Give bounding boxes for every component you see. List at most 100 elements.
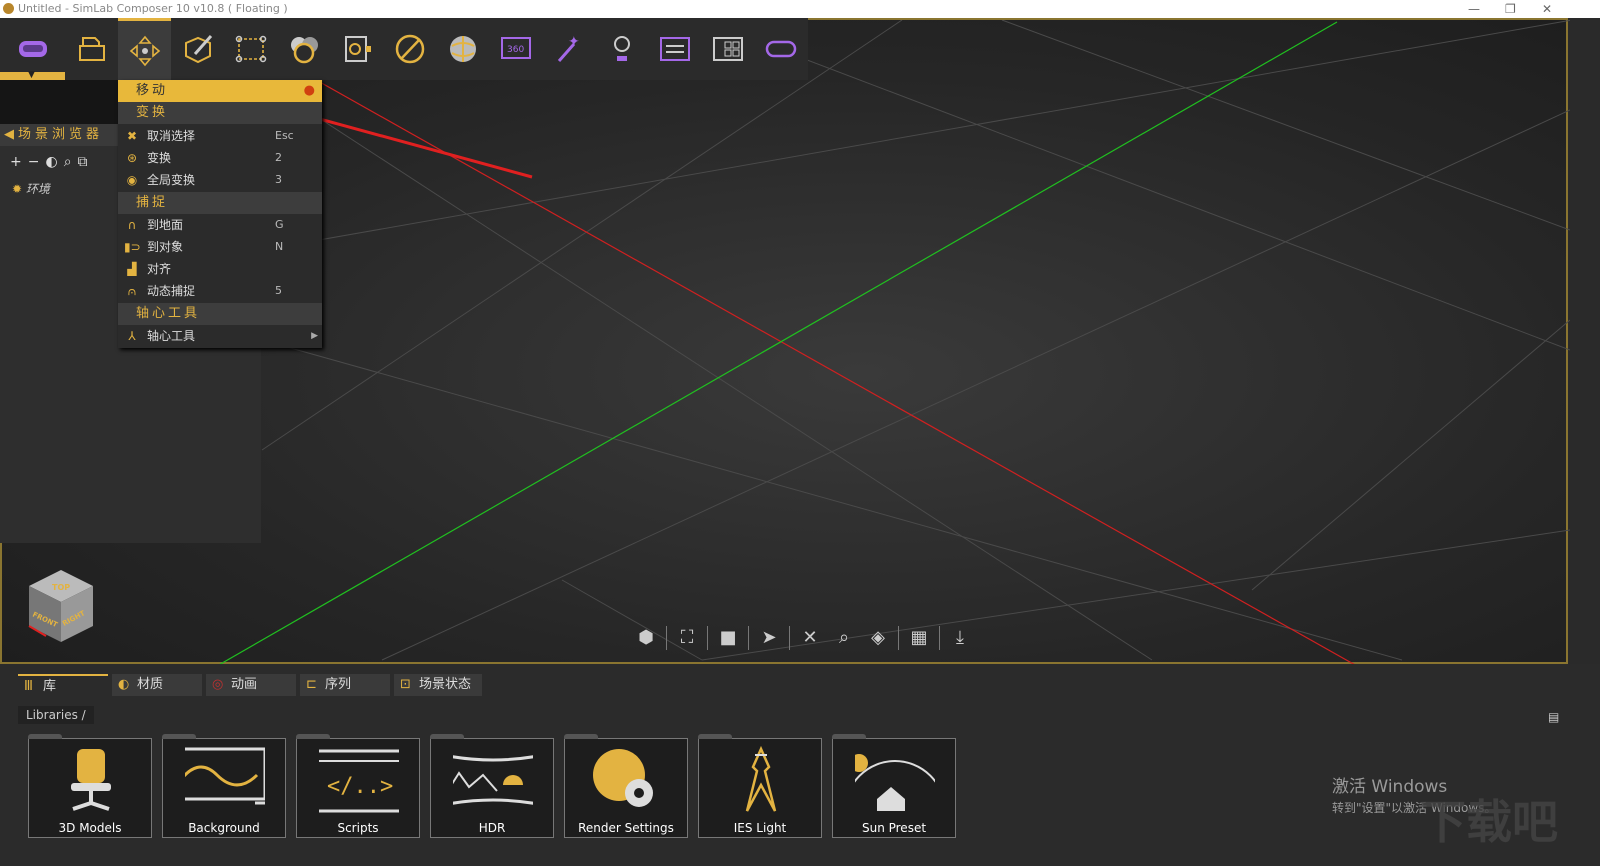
snap-ground-icon: ∩ [127,218,137,232]
tab-sequence[interactable]: ⊏ 序列 [300,674,390,696]
search-button[interactable]: ⌕ [64,154,78,170]
group-button[interactable]: ⧉ [78,154,94,170]
library-ies-light[interactable]: IES Light [698,734,822,838]
tab-animation[interactable]: ◎ 动画 [206,674,296,696]
sun-icon: ✹ [12,182,23,196]
drop-to-floor-button[interactable]: ⤓ [946,625,974,651]
sequence-icon: ⊏ [306,677,317,692]
selection-rect-icon [235,35,266,63]
item-label: 到地面 [147,218,184,232]
svg-text:</..>: </..> [327,774,393,799]
floor-button[interactable]: ◈ [864,625,892,651]
breadcrumb[interactable]: Libraries / [18,706,94,724]
toggle-button[interactable]: ◐ [45,154,63,170]
zoom-search-button[interactable]: ⌕ [830,625,858,651]
shading-button[interactable]: ■ [714,625,742,651]
section-pivot: 轴心工具 [118,303,322,325]
library-hdr[interactable]: HDR [430,734,554,838]
remove-button[interactable]: − [28,154,46,170]
dynamic-snap-icon: ⩀ [127,284,137,298]
minimize-button[interactable]: — [1468,0,1480,18]
tab-scene-states[interactable]: ⊡ 场景状态 [394,674,482,696]
globe-icon [449,36,476,62]
tab-materials[interactable]: ◐ 材质 [112,674,202,696]
app-logo-icon [3,3,14,14]
vr-button[interactable] [754,18,807,80]
magic-wand-icon: ✦ [557,34,580,62]
panel-options-icon[interactable]: ▤ [1548,710,1559,724]
tab-label: 材质 [137,677,164,692]
close-button[interactable]: ✕ [1542,0,1552,18]
view-cube-button[interactable]: ⬢ [632,625,660,651]
edit-object-button[interactable] [171,18,224,80]
vr-goggles-icon [765,40,796,58]
menu-item-deselect[interactable]: ✖ 取消选择 Esc [118,125,322,147]
sequence-button[interactable] [648,18,701,80]
section-transform: 变换 [118,102,322,124]
effects-button[interactable]: ✦ [542,18,595,80]
library-3d-models[interactable]: 3D Models [28,734,152,838]
menu-item-snap-object[interactable]: ▮⊃ 到对象 N [118,236,322,258]
add-button[interactable]: + [10,154,28,170]
move-tool-button[interactable] [118,18,171,80]
environment-label: 环境 [25,182,50,196]
library-render-settings[interactable]: Render Settings [564,734,688,838]
grid-layout-icon [712,37,743,61]
environment-button[interactable] [436,18,489,80]
sequence-icon [659,37,690,61]
library-sun-preset[interactable]: Sun Preset [832,734,956,838]
library-label: Scripts [337,821,379,835]
site-watermark: 下载吧 [1420,795,1558,849]
lighting-button[interactable] [595,18,648,80]
materials-button[interactable] [277,18,330,80]
background-image-icon [185,747,265,805]
menu-item-global-transform[interactable]: ◉ 全局变换 3 [118,169,322,191]
360-icon: 360 [500,37,531,59]
fit-button[interactable]: ✕ [796,625,824,651]
main-toolbar: 360 ✦ [0,18,808,80]
scene-states-button[interactable] [330,18,383,80]
item-label: 全局变换 [147,173,196,187]
select-region-button[interactable] [224,18,277,80]
align-icon: ▟ [127,262,137,276]
library-scripts[interactable]: </..> Scripts [296,734,420,838]
item-label: 到对象 [147,240,184,254]
transform-icon: ⊛ [126,151,138,165]
library-background[interactable]: Background [162,734,286,838]
navigation-cube[interactable]: TOP FRONT RIGHT [26,568,96,653]
menu-item-transform[interactable]: ⊛ 变换 2 [118,147,322,169]
library-label: Background [188,821,260,835]
menu-item-snap-ground[interactable]: ∩ 到地面 G [118,214,322,236]
chair-icon [71,749,111,811]
open-file-button[interactable] [65,18,118,80]
menu-item-align[interactable]: ▟ 对齐 [118,258,322,280]
x-axis-line [301,71,1358,666]
section-snap: 捕捉 [118,192,322,214]
animation-icon: ◎ [212,677,224,692]
lamp-icon [613,36,630,61]
restore-button[interactable]: ❐ [1505,0,1516,18]
tab-label: 动画 [231,677,258,692]
grid-button[interactable]: ▦ [905,625,933,651]
move-dropdown-menu: 移动 ● 变换 ✖ 取消选择 Esc ⊛ 变换 2 ◉ 全局变换 3 捕捉 ∩ 到地面 G ▮⊃ 到… [118,80,322,348]
separator [898,626,899,650]
tree-item-environment[interactable]: ✹ 环境 [12,180,50,197]
separator [707,626,708,650]
tab-label: 场景状态 [419,677,472,692]
item-label: 轴心工具 [147,329,196,343]
menu-item-dynamic-snap[interactable]: ⩀ 动态捕捉 5 [118,280,322,302]
tab-library[interactable]: Ⅲ库 [18,674,108,696]
pin-icon[interactable]: ● [304,80,318,102]
scene-browser-tools: +−◐⌕⧉ [10,154,94,170]
scene-browser-title-text: 场景浏览器 [18,127,104,142]
layout-button[interactable] [701,18,754,80]
menu-item-move[interactable]: 移动 ● [118,80,322,102]
vr-dropdown-toggle[interactable]: ▼ [0,70,65,80]
item-label: 动态捕捉 [147,284,196,298]
360-render-button[interactable]: 360 [489,18,542,80]
select-pointer-button[interactable]: ➤ [755,625,783,651]
color-button[interactable] [383,18,436,80]
zoom-extents-button[interactable]: ⛶ [673,625,701,651]
item-label: 对齐 [147,262,172,276]
menu-item-pivot-tool[interactable]: ⅄ 轴心工具 ▶ [118,325,322,347]
